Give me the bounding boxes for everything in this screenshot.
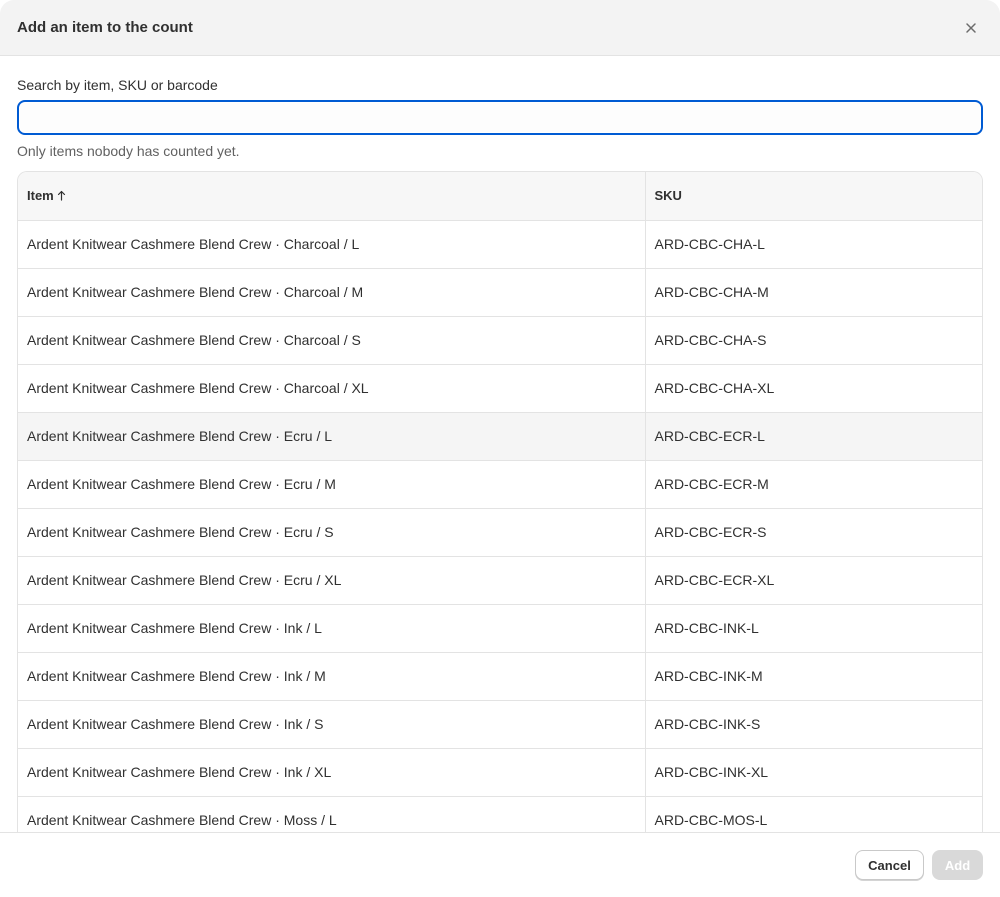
item-cell: Ardent Knitwear Cashmere Blend Crew · Mo… [18,796,646,837]
sku-cell: ARD-CBC-ECR-M [645,460,982,509]
item-cell: Ardent Knitwear Cashmere Blend Crew · Ec… [18,412,646,461]
search-help-text: Only items nobody has counted yet. [17,143,240,159]
table-row[interactable]: Ardent Knitwear Cashmere Blend Crew · In… [18,604,982,653]
dialog-body: Search by item, SKU or barcode Only item… [0,56,1000,837]
add-item-dialog: Add an item to the count Search by item,… [0,0,1000,897]
table-row[interactable]: Ardent Knitwear Cashmere Blend Crew · Ec… [18,412,982,461]
table-row[interactable]: Ardent Knitwear Cashmere Blend Crew · Ch… [18,268,982,317]
cancel-button[interactable]: Cancel [855,850,924,880]
table-row[interactable]: Ardent Knitwear Cashmere Blend Crew · Ec… [18,556,982,605]
table-row[interactable]: Ardent Knitwear Cashmere Blend Crew · In… [18,700,982,749]
add-button[interactable]: Add [932,850,983,880]
sku-cell: ARD-CBC-INK-L [645,604,982,653]
item-cell: Ardent Knitwear Cashmere Blend Crew · In… [18,700,646,749]
items-table: Item SKU Ardent Knitwear Cashmere Blend … [18,172,982,837]
item-cell: Ardent Knitwear Cashmere Blend Crew · Ch… [18,364,646,413]
column-header-item-label: Item [27,187,54,203]
item-cell: Ardent Knitwear Cashmere Blend Crew · Ch… [18,268,646,317]
dialog-footer: Cancel Add [0,832,1000,897]
sku-cell: ARD-CBC-ECR-L [645,412,982,461]
table-row[interactable]: Ardent Knitwear Cashmere Blend Crew · Ec… [18,460,982,509]
sku-cell: ARD-CBC-INK-S [645,700,982,749]
sku-cell: ARD-CBC-CHA-S [645,316,982,365]
search-input[interactable] [17,100,983,135]
item-cell: Ardent Knitwear Cashmere Blend Crew · In… [18,604,646,653]
item-cell: Ardent Knitwear Cashmere Blend Crew · In… [18,652,646,701]
table-row[interactable]: Ardent Knitwear Cashmere Blend Crew · Ch… [18,364,982,413]
search-label: Search by item, SKU or barcode [17,77,218,93]
sku-cell: ARD-CBC-CHA-XL [645,364,982,413]
column-header-sku-label: SKU [654,188,682,204]
sku-cell: ARD-CBC-MOS-L [645,796,982,837]
items-table-container[interactable]: Item SKU Ardent Knitwear Cashmere Blend … [17,171,983,837]
sku-cell: ARD-CBC-ECR-S [645,508,982,557]
table-row[interactable]: Ardent Knitwear Cashmere Blend Crew · Ec… [18,508,982,557]
close-button[interactable] [957,14,985,42]
sku-cell: ARD-CBC-ECR-XL [645,556,982,605]
table-row[interactable]: Ardent Knitwear Cashmere Blend Crew · Mo… [18,796,982,837]
dialog-header: Add an item to the count [0,0,1000,56]
table-header-row: Item SKU [18,172,982,221]
item-cell: Ardent Knitwear Cashmere Blend Crew · In… [18,748,646,797]
item-cell: Ardent Knitwear Cashmere Blend Crew · Ec… [18,460,646,509]
column-header-sku[interactable]: SKU [645,172,982,221]
table-row[interactable]: Ardent Knitwear Cashmere Blend Crew · Ch… [18,316,982,365]
item-cell: Ardent Knitwear Cashmere Blend Crew · Ch… [18,220,646,269]
table-row[interactable]: Ardent Knitwear Cashmere Blend Crew · Ch… [18,220,982,269]
column-header-item[interactable]: Item [18,172,646,221]
arrow-up-icon [57,189,66,204]
close-icon [966,22,976,33]
sku-cell: ARD-CBC-CHA-L [645,220,982,269]
sku-cell: ARD-CBC-INK-M [645,652,982,701]
table-row[interactable]: Ardent Knitwear Cashmere Blend Crew · In… [18,748,982,797]
sku-cell: ARD-CBC-CHA-M [645,268,982,317]
item-cell: Ardent Knitwear Cashmere Blend Crew · Ch… [18,316,646,365]
item-cell: Ardent Knitwear Cashmere Blend Crew · Ec… [18,556,646,605]
sku-cell: ARD-CBC-INK-XL [645,748,982,797]
table-row[interactable]: Ardent Knitwear Cashmere Blend Crew · In… [18,652,982,701]
dialog-title: Add an item to the count [17,19,193,36]
item-cell: Ardent Knitwear Cashmere Blend Crew · Ec… [18,508,646,557]
